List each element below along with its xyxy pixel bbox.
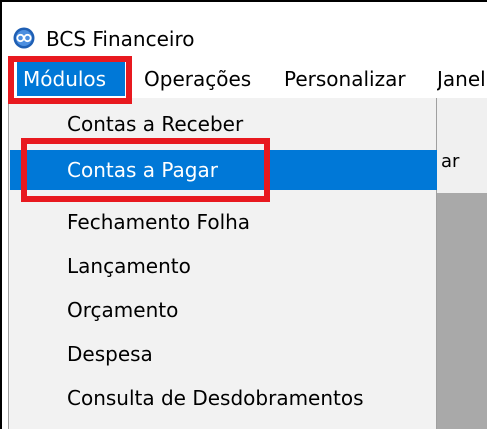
menu-item-orcamento[interactable]: Orçamento [10,290,437,330]
background-partial-label: ar [441,151,460,172]
menu-item-fechamento-folha[interactable]: Fechamento Folha [10,202,437,242]
menu-item-contas-a-receber[interactable]: Contas a Receber [10,104,437,144]
window-border-top [0,0,487,2]
background-window-area: ar [437,98,487,429]
menu-item-consulta-de-desdobramentos[interactable]: Consulta de Desdobramentos [10,378,437,418]
background-toolbar: ar [437,98,487,193]
window-border-left [0,0,2,429]
window-title: BCS Financeiro [46,27,195,51]
menu-personalizar[interactable]: Personalizar [284,66,406,92]
modulos-dropdown-menu: Contas a Receber Contas a Pagar Fechamen… [8,98,437,429]
menu-bar: Módulos Operações Personalizar Janel [2,58,487,98]
menu-operacoes[interactable]: Operações [144,66,251,92]
mdi-client-area [437,193,487,429]
menu-item-contas-a-pagar[interactable]: Contas a Pagar [10,150,437,190]
menu-modulos[interactable]: Módulos [17,62,125,96]
menu-item-lancamento[interactable]: Lançamento [10,246,437,286]
menu-janela[interactable]: Janel [437,66,487,92]
menu-item-despesa[interactable]: Despesa [10,334,437,374]
app-window: BCS Financeiro Módulos Operações Persona… [0,0,487,429]
bcs-app-icon [13,27,35,49]
title-bar: BCS Financeiro [2,2,487,54]
